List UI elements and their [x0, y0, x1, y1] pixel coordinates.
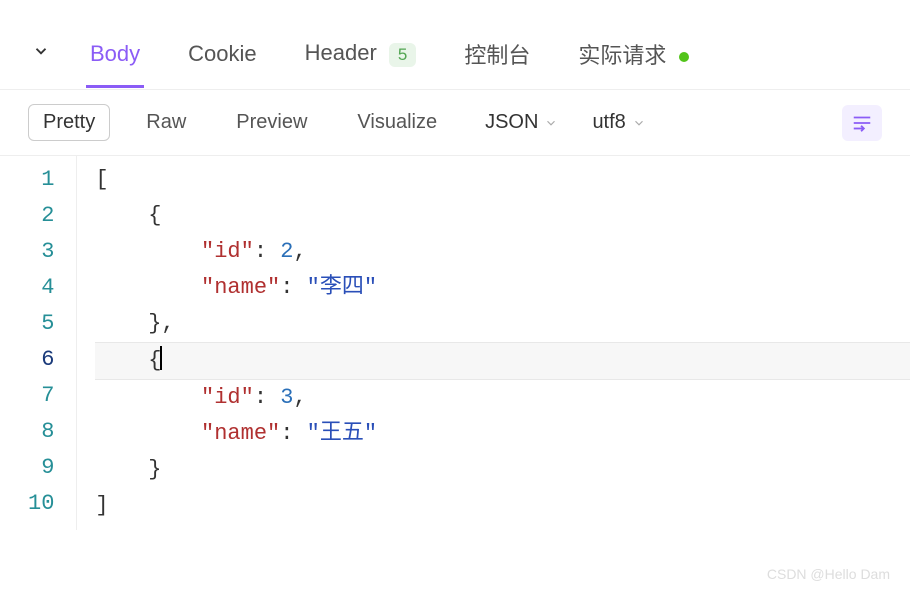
tab-console[interactable]: 控制台 — [464, 38, 530, 90]
format-bar: Pretty Raw Preview Visualize JSON utf8 — [0, 90, 910, 155]
chevron-down-icon — [544, 116, 558, 130]
code-line[interactable]: "id": 2, — [95, 234, 910, 270]
response-tabs: Body Cookie Header 5 控制台 实际请求 — [0, 18, 910, 90]
code-content[interactable]: [ { "id": 2, "name": "李四" }, { "id": 3, … — [77, 156, 910, 530]
watermark: CSDN @Hello Dam — [767, 566, 890, 582]
code-line[interactable]: } — [95, 452, 910, 488]
code-line[interactable]: "name": "王五" — [95, 416, 910, 452]
code-line[interactable]: { — [95, 342, 910, 380]
encoding-label: utf8 — [592, 111, 625, 134]
code-line[interactable]: "id": 3, — [95, 380, 910, 416]
header-count-badge: 5 — [389, 43, 416, 67]
chevron-down-icon — [632, 116, 646, 130]
pretty-button[interactable]: Pretty — [28, 104, 110, 141]
code-line[interactable]: ] — [95, 488, 910, 524]
preview-button[interactable]: Preview — [222, 105, 321, 140]
tab-actual-request-label: 实际请求 — [578, 43, 666, 68]
tab-body[interactable]: Body — [90, 41, 140, 87]
content-type-select[interactable]: JSON — [485, 111, 558, 134]
tab-header[interactable]: Header 5 — [305, 40, 417, 87]
status-dot-icon — [679, 52, 689, 62]
tab-cookie[interactable]: Cookie — [188, 41, 256, 87]
code-viewer[interactable]: 12345678910 [ { "id": 2, "name": "李四" },… — [0, 155, 910, 530]
collapse-chevron[interactable] — [24, 42, 58, 65]
content-type-label: JSON — [485, 111, 538, 134]
code-line[interactable]: "name": "李四" — [95, 270, 910, 306]
line-gutter: 12345678910 — [0, 156, 77, 530]
code-line[interactable]: }, — [95, 306, 910, 342]
wrap-icon — [851, 112, 873, 134]
encoding-select[interactable]: utf8 — [592, 111, 645, 134]
code-line[interactable]: { — [95, 198, 910, 234]
raw-button[interactable]: Raw — [132, 105, 200, 140]
code-line[interactable]: [ — [95, 162, 910, 198]
tab-header-label: Header — [305, 40, 377, 65]
visualize-button[interactable]: Visualize — [343, 105, 451, 140]
tab-actual-request[interactable]: 实际请求 — [578, 38, 688, 90]
word-wrap-button[interactable] — [842, 105, 882, 141]
